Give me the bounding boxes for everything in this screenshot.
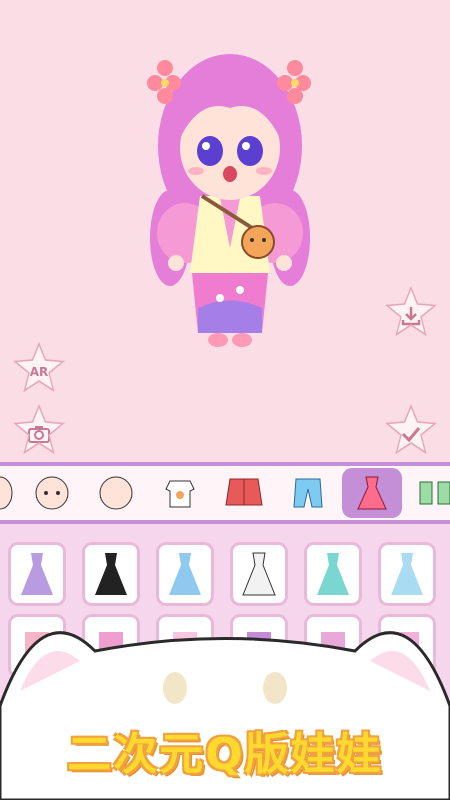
dress-icon xyxy=(95,553,127,595)
ar-label: AR xyxy=(29,365,49,379)
shirt-icon xyxy=(165,480,195,508)
dress-icon xyxy=(357,476,387,510)
category-bar[interactable] xyxy=(0,462,450,524)
camera-icon xyxy=(28,426,50,443)
category-jacket[interactable] xyxy=(214,468,274,518)
category-face-a[interactable] xyxy=(22,468,82,518)
camera-button[interactable] xyxy=(13,404,65,455)
confirm-button[interactable] xyxy=(385,404,437,455)
dress-icon xyxy=(242,552,276,596)
dress-icon xyxy=(317,553,349,595)
category-pants[interactable] xyxy=(278,468,338,518)
pants-icon xyxy=(293,478,323,508)
category-face-partial[interactable] xyxy=(0,468,14,518)
category-top[interactable] xyxy=(150,468,210,518)
dress-icon xyxy=(21,553,53,595)
jacket-icon xyxy=(225,478,263,506)
slogan-text: 二次元Q版娃娃 xyxy=(67,729,383,780)
dressup-stage: AR xyxy=(0,0,450,462)
save-button[interactable] xyxy=(385,286,437,337)
face-icon xyxy=(0,476,13,510)
download-icon xyxy=(401,307,421,326)
ar-button[interactable]: AR xyxy=(13,342,65,393)
category-dress[interactable] xyxy=(342,468,402,518)
face-icon xyxy=(99,476,133,510)
dress-icon xyxy=(391,553,423,595)
category-face-b[interactable] xyxy=(86,468,146,518)
face-icon xyxy=(35,476,69,510)
socks-icon xyxy=(419,481,450,505)
doll-character[interactable] xyxy=(140,28,320,358)
check-icon xyxy=(401,427,421,443)
category-socks[interactable] xyxy=(406,468,450,518)
dress-icon xyxy=(169,553,201,595)
